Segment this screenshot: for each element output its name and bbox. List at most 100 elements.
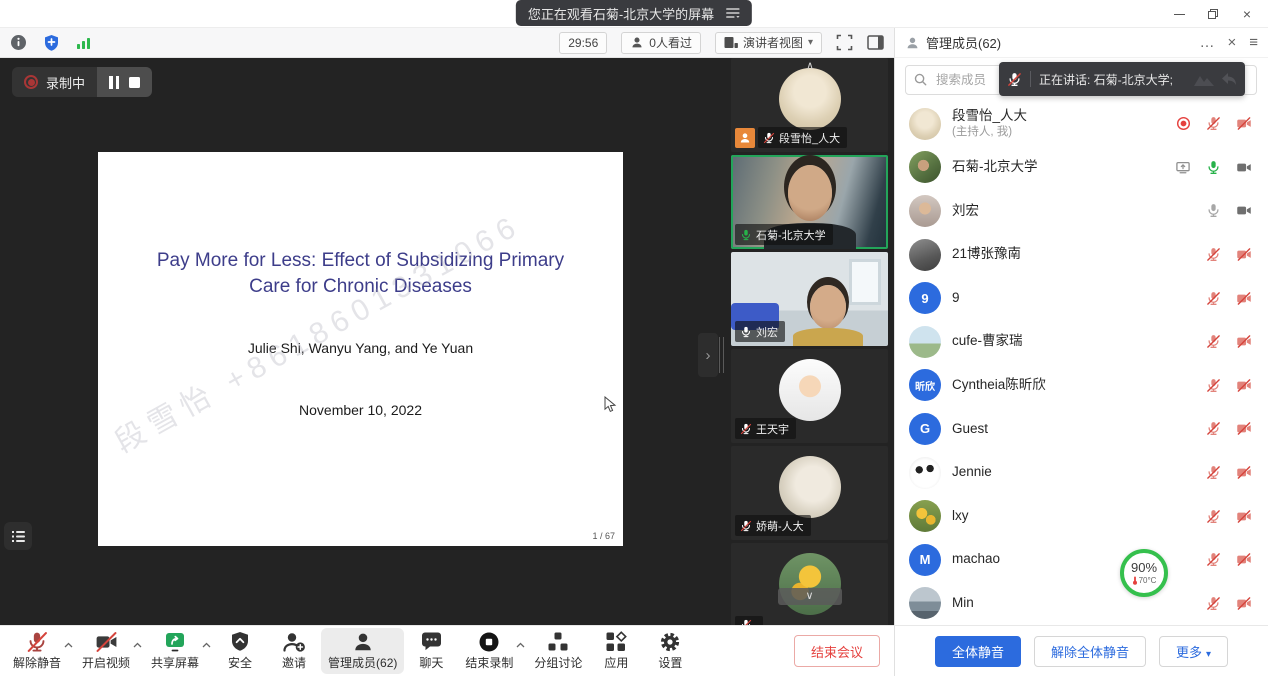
panel-menu-button[interactable]: ≡ xyxy=(1249,35,1258,50)
toolbar-label: 分组讨论 xyxy=(534,654,582,671)
unmute-button[interactable]: 解除静音 xyxy=(6,628,68,674)
mic-on-icon[interactable] xyxy=(1206,203,1221,218)
camera-muted-icon[interactable] xyxy=(1236,291,1252,306)
fullscreen-button[interactable] xyxy=(836,34,853,51)
member-row-shiju[interactable]: 石菊-北京大学 xyxy=(895,146,1268,190)
member-panel-header: 管理成员(62) … × ≡ xyxy=(894,28,1268,58)
invite-button[interactable]: 邀请 xyxy=(267,628,321,674)
member-row-guest[interactable]: G Guest xyxy=(895,407,1268,451)
member-row-cufe[interactable]: cufe-曹家瑞 xyxy=(895,320,1268,364)
member-row-duanxueyi[interactable]: 段雪怡_人大(主持人, 我) xyxy=(895,102,1268,146)
video-tile-liuhong[interactable]: 刘宏 xyxy=(731,252,888,346)
recording-icon xyxy=(1176,116,1191,131)
security-button[interactable]: 安全 xyxy=(213,628,267,674)
camera-on-icon[interactable] xyxy=(1236,203,1252,218)
camera-muted-icon[interactable] xyxy=(1236,378,1252,393)
strip-collapse-down-button[interactable]: ∨ xyxy=(778,588,842,605)
viewers-icon xyxy=(630,36,644,49)
strip-collapse-up-icon[interactable]: ∧ xyxy=(806,59,814,72)
camera-muted-icon[interactable] xyxy=(1236,421,1252,436)
share-screen-button[interactable]: 共享屏幕 xyxy=(144,628,206,674)
restore-button[interactable] xyxy=(1196,0,1230,28)
member-status-icons xyxy=(1206,378,1252,393)
mic-muted-icon[interactable] xyxy=(1206,552,1221,567)
mic-muted-icon[interactable] xyxy=(1206,509,1221,524)
mic-muted-icon[interactable] xyxy=(1206,465,1221,480)
panel-close-button[interactable]: × xyxy=(1227,35,1236,50)
member-row-9[interactable]: 9 9 xyxy=(895,276,1268,320)
unmute-all-button[interactable]: 解除全体静音 xyxy=(1034,636,1146,667)
banner-menu-icon[interactable] xyxy=(726,7,740,19)
camera-muted-icon[interactable] xyxy=(1236,509,1252,524)
chevron-down-icon: ∨ xyxy=(805,591,813,602)
video-tile-duan[interactable]: 段雪怡_人大 xyxy=(731,58,888,152)
mic-muted-icon[interactable] xyxy=(1206,291,1221,306)
apps-button[interactable]: 应用 xyxy=(589,628,643,674)
member-status-icons xyxy=(1206,465,1252,480)
end-recording-button[interactable]: 结束录制 xyxy=(458,628,520,674)
panel-more-button[interactable]: … xyxy=(1199,35,1214,50)
mic-muted-icon[interactable] xyxy=(1206,116,1221,131)
timer-value: 29:56 xyxy=(568,36,598,50)
video-tile-shiju[interactable]: 石菊-北京大学 xyxy=(731,155,888,249)
more-actions-button[interactable]: 更多▾ xyxy=(1159,636,1228,667)
start-video-button[interactable]: 开启视频 xyxy=(75,628,137,674)
breakout-rooms-button[interactable]: 分组讨论 xyxy=(527,628,589,674)
close-window-button[interactable]: × xyxy=(1230,0,1264,28)
annotation-list-button[interactable] xyxy=(4,522,32,550)
security-shield-icon[interactable] xyxy=(43,34,60,52)
camera-muted-icon[interactable] xyxy=(1236,116,1252,131)
mute-all-button[interactable]: 全体静音 xyxy=(935,636,1021,667)
video-feed-face xyxy=(810,285,846,329)
member-row-lxy[interactable]: lxy xyxy=(895,494,1268,538)
video-tile-wangtianyu[interactable]: 王天宇 xyxy=(731,349,888,443)
watching-banner[interactable]: 您正在观看石菊-北京大学的屏幕 xyxy=(516,0,752,26)
member-row-cyntheia[interactable]: 昕欣 Cyntheia陈昕欣 xyxy=(895,364,1268,408)
view-mode-dropdown[interactable]: 演讲者视图 ▾ xyxy=(715,32,822,54)
member-name: lxy xyxy=(952,508,969,525)
member-name: 刘宏 xyxy=(952,203,979,220)
recording-options-chevron[interactable] xyxy=(516,636,525,651)
network-signal-icon[interactable] xyxy=(76,36,92,50)
settings-button[interactable]: 设置 xyxy=(643,628,697,674)
mic-muted-icon[interactable] xyxy=(1206,247,1221,262)
member-row-zhangyunan[interactable]: 21博张豫南 xyxy=(895,233,1268,277)
camera-muted-icon[interactable] xyxy=(1236,465,1252,480)
video-strip-collapse-handle[interactable]: › xyxy=(698,333,718,377)
mic-muted-icon[interactable] xyxy=(1206,421,1221,436)
minimize-button[interactable] xyxy=(1162,0,1196,28)
mic-muted-icon[interactable] xyxy=(1206,378,1221,393)
mic-muted-icon[interactable] xyxy=(1206,334,1221,349)
mic-muted-icon[interactable] xyxy=(1206,596,1221,611)
mic-options-chevron[interactable] xyxy=(64,636,73,651)
video-tile-partial[interactable]: ∨ xyxy=(731,543,888,625)
member-row-jennie[interactable]: Jennie xyxy=(895,451,1268,495)
stop-recording-button[interactable] xyxy=(129,77,140,88)
camera-muted-icon[interactable] xyxy=(1236,334,1252,349)
side-panel-toggle-icon[interactable] xyxy=(867,35,884,50)
strip-resize-grip[interactable] xyxy=(719,337,724,373)
member-row-liuhong[interactable]: 刘宏 xyxy=(895,189,1268,233)
camera-muted-icon[interactable] xyxy=(1236,552,1252,567)
video-options-chevron[interactable] xyxy=(133,636,142,651)
share-options-chevron[interactable] xyxy=(202,636,211,651)
mic-active-icon[interactable] xyxy=(1206,160,1221,175)
toolbar-label: 聊天 xyxy=(419,654,443,671)
manage-members-button[interactable]: 管理成员(62) xyxy=(321,628,404,674)
member-row-min[interactable]: Min xyxy=(895,582,1268,625)
speaking-toast-text: 正在讲话: 石菊-北京大学; xyxy=(1039,71,1173,88)
member-status-icons xyxy=(1206,247,1252,262)
camera-on-icon[interactable] xyxy=(1236,160,1252,175)
chat-button[interactable]: 聊天 xyxy=(404,628,458,674)
end-meeting-button[interactable]: 结束会议 xyxy=(794,635,880,667)
member-row-machao[interactable]: M machao 90% 70°C xyxy=(895,538,1268,582)
camera-muted-icon[interactable] xyxy=(1236,596,1252,611)
pause-recording-button[interactable] xyxy=(109,76,119,89)
meeting-info-icon[interactable] xyxy=(10,34,27,51)
recording-label: 录制中 xyxy=(46,73,85,92)
viewer-count[interactable]: 0人看过 xyxy=(621,32,701,54)
video-tile-jiaomeng[interactable]: 娇萌-人大 xyxy=(731,446,888,540)
statusbar-left xyxy=(10,34,92,52)
camera-muted-icon[interactable] xyxy=(1236,247,1252,262)
member-status-icons xyxy=(1206,291,1252,306)
